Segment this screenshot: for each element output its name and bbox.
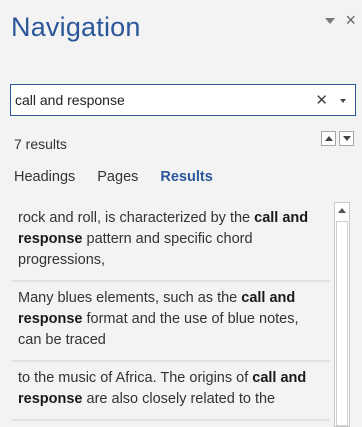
next-result-button[interactable] xyxy=(339,131,354,146)
clear-icon[interactable]: ✕ xyxy=(315,91,328,109)
tab-bar: Headings Pages Results xyxy=(14,169,213,185)
result-item[interactable]: to the music of Africa. The origins of c… xyxy=(12,362,330,421)
result-navigation xyxy=(321,131,354,146)
next-result-icon xyxy=(342,136,351,141)
navigation-title: Navigation xyxy=(11,12,141,42)
search-options-icon[interactable] xyxy=(340,99,346,103)
triangle-down-icon[interactable] xyxy=(325,18,336,24)
tab-results[interactable]: Results xyxy=(160,169,212,185)
pane-controls: × xyxy=(325,11,356,29)
search-box[interactable]: ✕ xyxy=(10,84,356,116)
scroll-up-icon[interactable] xyxy=(338,208,346,213)
previous-result-icon xyxy=(324,136,333,141)
tab-headings[interactable]: Headings xyxy=(14,169,75,185)
search-input[interactable] xyxy=(15,85,295,115)
result-text: Many blues elements, such as the xyxy=(18,290,242,306)
close-icon[interactable]: × xyxy=(345,11,356,29)
result-text: are also closely related to the xyxy=(82,391,276,407)
results-list: rock and roll, is characterized by the c… xyxy=(12,202,330,427)
tab-pages[interactable]: Pages xyxy=(97,169,138,185)
previous-result-button[interactable] xyxy=(321,131,336,146)
results-count: 7 results xyxy=(14,136,67,152)
scrollbar-thumb[interactable] xyxy=(336,221,348,426)
result-text: to the music of Africa. The origins of xyxy=(18,370,253,386)
result-item[interactable]: rock and roll, is characterized by the c… xyxy=(12,202,330,282)
result-item[interactable]: Many blues elements, such as the call an… xyxy=(12,282,330,362)
scrollbar[interactable] xyxy=(334,202,350,427)
result-text: rock and roll, is characterized by the xyxy=(18,210,255,226)
